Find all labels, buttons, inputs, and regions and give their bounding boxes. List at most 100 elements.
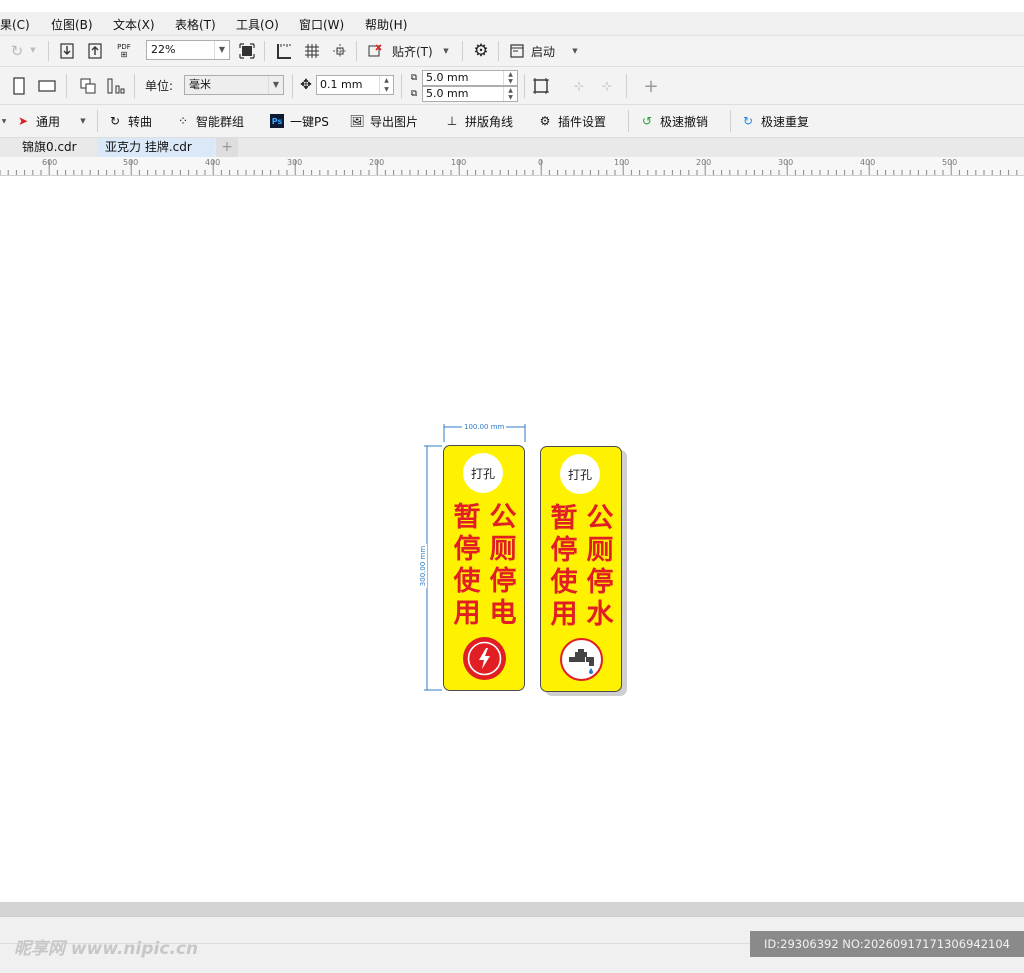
- duplicate-x-icon: ⧉: [410, 73, 418, 83]
- menu-table[interactable]: 表格(T): [175, 16, 216, 33]
- add-preset-icon[interactable]: +: [640, 75, 662, 97]
- menu-window[interactable]: 窗口(W): [299, 16, 344, 33]
- hole-label: 打孔: [470, 466, 495, 481]
- sign-char: 用: [550, 599, 578, 630]
- redo-icon[interactable]: ↻: [6, 40, 28, 62]
- all-pages-icon[interactable]: [77, 75, 99, 97]
- options-gear-icon[interactable]: ⚙: [470, 40, 492, 62]
- publish-pdf-button[interactable]: PDF ⊞: [113, 41, 135, 61]
- height-dim-text: 300.00 mm: [419, 543, 427, 589]
- menu-bitmaps[interactable]: 位图(B): [51, 16, 93, 33]
- horizontal-scrollbar[interactable]: [0, 902, 1024, 916]
- plugin-crop-marks-button[interactable]: ⊥ 拼版角线: [445, 110, 513, 132]
- chevron-down-icon[interactable]: ▼: [570, 46, 580, 56]
- hole-label: 打孔: [567, 467, 592, 482]
- menu-tools[interactable]: 工具(O): [236, 16, 279, 33]
- plugin-export-image-button[interactable]: 🖼 导出图片: [349, 110, 419, 132]
- separator: [401, 74, 402, 98]
- chevron-down-icon[interactable]: ▼: [441, 46, 451, 56]
- sign-char: 暂: [550, 503, 578, 534]
- sign-char: 使: [453, 566, 481, 597]
- duplicate-x-field[interactable]: 5.0 mm ▲ ▼: [422, 70, 518, 86]
- duplicate-y-icon: ⧉: [410, 89, 418, 99]
- launch-window-icon[interactable]: [506, 40, 528, 62]
- current-page-icon[interactable]: [105, 75, 127, 97]
- treat-as-filled-icon[interactable]: [530, 75, 552, 97]
- horizontal-ruler[interactable]: 600 500 400 300 200 100 0 100 200 300 40…: [0, 157, 1024, 176]
- import-icon[interactable]: [56, 40, 78, 62]
- plugin-smart-group-button[interactable]: ⁘ 智能群组: [176, 110, 244, 132]
- snap-to-button[interactable]: 贴齐(T): [392, 42, 433, 60]
- ruler-label: 300: [778, 158, 794, 167]
- unit-label-text: 单位:: [145, 78, 174, 93]
- plugin-general-button[interactable]: ➤ 通用: [16, 110, 60, 132]
- document-tabs: 锦旗0.cdr 亚克力 挂牌.cdr +: [0, 138, 1024, 158]
- redo-dropdown-icon[interactable]: ▼: [28, 45, 38, 55]
- launch-button[interactable]: 启动: [531, 42, 555, 60]
- convert-curve-icon: ↻: [109, 114, 121, 128]
- plugin-label: 转曲: [128, 114, 153, 129]
- plugin-label: 极速撤销: [660, 114, 709, 129]
- chevron-down-icon[interactable]: ▼: [78, 116, 88, 126]
- nudge-distance-icon: ✥: [300, 77, 312, 93]
- arrow-cursor-icon: ➤: [17, 114, 29, 128]
- plugin-label: 导出图片: [370, 114, 419, 129]
- tab-document-1[interactable]: 锦旗0.cdr: [14, 138, 96, 157]
- sign-char: 公: [586, 503, 614, 534]
- unit-label: 单位:: [145, 76, 173, 94]
- portrait-page-icon[interactable]: [8, 75, 30, 97]
- separator: [66, 74, 67, 98]
- snap-off-icon[interactable]: [364, 40, 386, 62]
- tab-document-2[interactable]: 亚克力 挂牌.cdr: [97, 138, 215, 157]
- spinner-arrows-icon[interactable]: ▲ ▼: [503, 71, 517, 85]
- show-guidelines-icon[interactable]: [329, 40, 351, 62]
- plus-icon: +: [221, 139, 233, 155]
- duplicate-y-field[interactable]: 5.0 mm ▲ ▼: [422, 86, 518, 102]
- spinner-arrows-icon[interactable]: ▲ ▼: [503, 87, 517, 101]
- punch-hole: 打孔: [560, 454, 600, 494]
- ruler-label: 0: [538, 158, 544, 167]
- standard-toolbar: ↻ ▼ PDF ⊞ 22% ▼ 贴齐(T) ▼ ⚙ 启动 ▼: [0, 36, 1024, 67]
- plugin-settings-button[interactable]: ⚙ 插件设置: [538, 110, 606, 132]
- full-screen-preview-icon[interactable]: [236, 40, 258, 62]
- spinner-arrows-icon[interactable]: ▲ ▼: [379, 76, 393, 94]
- sign-water-outage[interactable]: 打孔 暂 停 使 用 公 厕 停 水: [540, 446, 622, 692]
- landscape-page-icon[interactable]: [36, 75, 58, 97]
- launch-label: 启动: [531, 44, 556, 59]
- separator: [730, 110, 731, 132]
- sign-char: 停: [550, 535, 578, 566]
- sign-char: 水: [586, 599, 614, 630]
- plugin-one-click-ps-button[interactable]: Ps 一键PS: [270, 110, 329, 132]
- sign-text-right-column: 公 厕 停 电: [485, 502, 521, 630]
- sign-power-outage[interactable]: 打孔 暂 停 使 用 公 厕 停 电: [443, 445, 525, 691]
- sign-char: 电: [489, 598, 517, 629]
- plugin-fast-redo-button[interactable]: ↻ 极速重复: [741, 110, 809, 132]
- punch-hole: 打孔: [463, 453, 503, 493]
- units-combo[interactable]: 毫米 ▼: [184, 75, 284, 95]
- sign-char: 厕: [489, 534, 517, 565]
- menu-text[interactable]: 文本(X): [113, 16, 155, 33]
- smart-group-icon: ⁘: [177, 114, 189, 128]
- ruler-label: 500: [942, 158, 958, 167]
- show-rulers-icon[interactable]: [273, 40, 295, 62]
- chevron-down-icon[interactable]: ▼: [268, 76, 283, 94]
- chevron-down-icon[interactable]: ▼: [214, 41, 229, 59]
- show-grid-icon[interactable]: [301, 40, 323, 62]
- crop-marks-icon: ⊥: [446, 114, 458, 128]
- nudge-distance-field[interactable]: 0.1 mm ▲ ▼: [316, 75, 394, 95]
- chevron-down-icon[interactable]: ▼: [0, 116, 8, 126]
- snap-objects-icon: ⊹: [601, 79, 613, 93]
- separator: [626, 74, 627, 98]
- menu-effects[interactable]: 果(C): [0, 16, 30, 33]
- new-tab-button[interactable]: +: [216, 138, 238, 157]
- sign-char: 暂: [453, 502, 481, 533]
- ruler-label: 100: [451, 158, 467, 167]
- plugin-convert-curves-button[interactable]: ↻ 转曲: [108, 110, 152, 132]
- sign-char: 使: [550, 567, 578, 598]
- ruler-label: 200: [369, 158, 385, 167]
- zoom-level-combo[interactable]: 22% ▼: [146, 40, 230, 60]
- export-icon[interactable]: [84, 40, 106, 62]
- sign-text-left-column: 暂 停 使 用: [546, 503, 582, 631]
- menu-help[interactable]: 帮助(H): [365, 16, 407, 33]
- plugin-fast-undo-button[interactable]: ↺ 极速撤销: [640, 110, 708, 132]
